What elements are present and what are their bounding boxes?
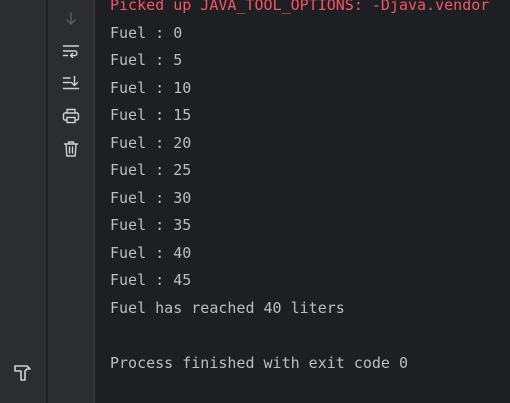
left-tool-window-bar (0, 0, 47, 403)
console-line: Fuel : 30 (110, 189, 192, 207)
console-line: Fuel : 15 (110, 106, 192, 124)
build-tool-button[interactable] (11, 360, 35, 384)
scroll-to-end-button[interactable] (60, 72, 82, 94)
console-line: Fuel : 25 (110, 161, 192, 179)
scroll-down-icon (66, 12, 76, 25)
run-tool-window: Picked up JAVA_TOOL_OPTIONS: -Djava.vend… (0, 0, 510, 403)
scroll-to-end-icon (62, 75, 80, 90)
console-output[interactable]: Picked up JAVA_TOOL_OPTIONS: -Djava.vend… (95, 0, 510, 403)
console-line: Fuel : 5 (110, 51, 183, 69)
console-line: Fuel : 45 (110, 271, 192, 289)
console-line: Fuel : 0 (110, 24, 183, 42)
print-button[interactable] (60, 105, 82, 127)
scroll-down-button[interactable] (60, 8, 82, 30)
trash-icon (63, 141, 79, 157)
console-header-line: Picked up JAVA_TOOL_OPTIONS: -Djava.vend… (110, 0, 490, 14)
console-line: Fuel : 10 (110, 79, 192, 97)
console-line: Fuel : 35 (110, 216, 192, 234)
soft-wrap-icon (62, 45, 80, 59)
print-icon (62, 108, 80, 124)
soft-wrap-button[interactable] (60, 40, 82, 62)
console-exit-line: Process finished with exit code 0 (110, 354, 409, 372)
console-line: Fuel has reached 40 liters (110, 299, 345, 317)
console-line: Fuel : 20 (110, 134, 192, 152)
hammer-icon (14, 365, 31, 381)
clear-all-button[interactable] (60, 138, 82, 160)
console-line: Fuel : 40 (110, 244, 192, 262)
console-toolbar (48, 0, 95, 403)
